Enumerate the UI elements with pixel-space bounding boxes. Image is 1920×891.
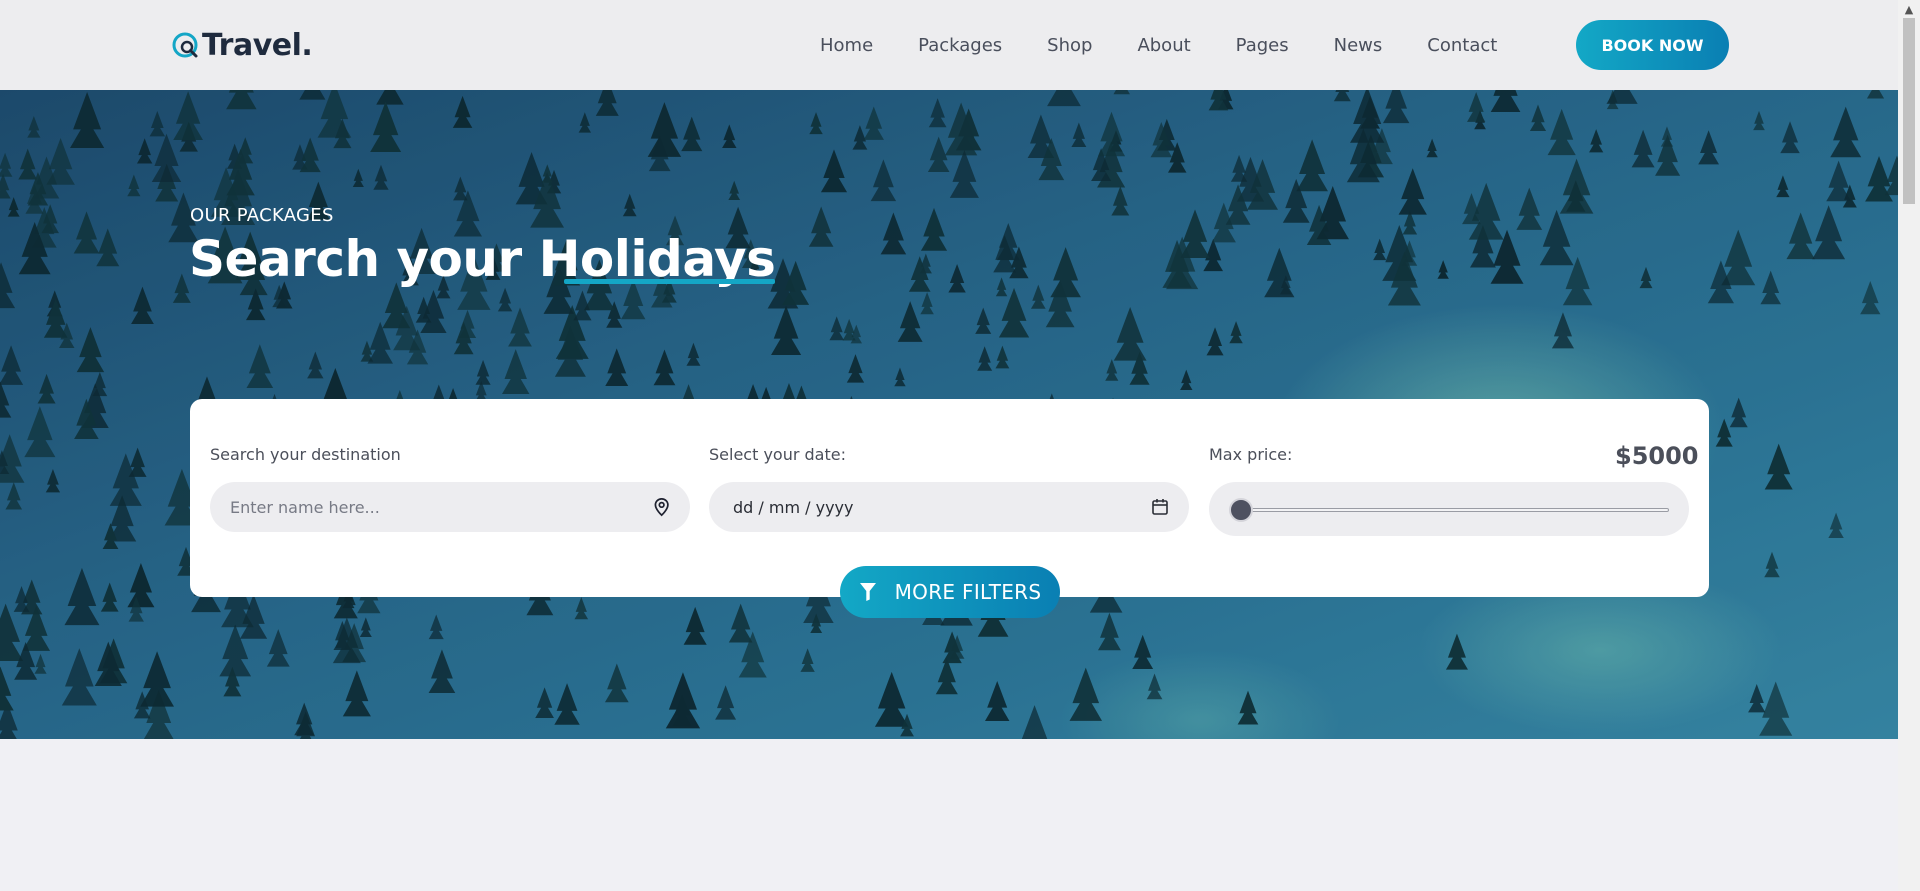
- hero-title: Search your Holidays: [189, 230, 776, 288]
- nav-pages[interactable]: Pages: [1236, 35, 1289, 56]
- nav-home[interactable]: Home: [820, 35, 873, 56]
- destination-field-wrapper: [210, 482, 690, 532]
- more-filters-button[interactable]: MORE FILTERS: [840, 566, 1060, 618]
- logo-text: Travel.: [202, 28, 313, 63]
- location-pin-icon: [654, 497, 669, 517]
- nav-packages[interactable]: Packages: [918, 35, 1002, 56]
- scrollbar-thumb[interactable]: [1903, 18, 1915, 204]
- title-underline: [563, 279, 776, 284]
- destination-input[interactable]: [230, 497, 653, 517]
- nav-news[interactable]: News: [1334, 35, 1383, 56]
- scroll-up-arrow-icon[interactable]: ▲: [1898, 0, 1920, 18]
- nav-about[interactable]: About: [1137, 35, 1190, 56]
- page-scrollbar[interactable]: ▲: [1898, 0, 1920, 891]
- date-field[interactable]: dd / mm / yyyy: [709, 482, 1189, 532]
- date-input-value[interactable]: dd / mm / yyyy: [733, 498, 1151, 517]
- nav-contact[interactable]: Contact: [1427, 35, 1497, 56]
- main-nav: Home Packages Shop About Pages News Cont…: [820, 0, 1497, 90]
- more-filters-label: MORE FILTERS: [894, 580, 1042, 604]
- price-slider-thumb[interactable]: [1229, 498, 1253, 522]
- nav-shop[interactable]: Shop: [1047, 35, 1092, 56]
- price-label: Max price:: [1209, 445, 1293, 464]
- hero-eyebrow: OUR PACKAGES: [190, 205, 334, 226]
- price-value: $5000: [1615, 442, 1699, 470]
- funnel-icon: [859, 583, 876, 601]
- logo-globe-search-icon: [172, 32, 198, 57]
- calendar-icon[interactable]: [1151, 498, 1169, 516]
- price-slider-track[interactable]: [1234, 508, 1669, 512]
- destination-label: Search your destination: [210, 445, 401, 464]
- price-slider[interactable]: [1209, 482, 1689, 536]
- site-header: Travel. Home Packages Shop About Pages N…: [0, 0, 1898, 90]
- hero-title-highlight: Holidays: [538, 230, 776, 288]
- book-now-button[interactable]: BOOK NOW: [1576, 20, 1729, 70]
- hero-title-start: Search your: [189, 230, 539, 288]
- logo[interactable]: Travel.: [172, 28, 313, 63]
- date-label: Select your date:: [709, 445, 846, 464]
